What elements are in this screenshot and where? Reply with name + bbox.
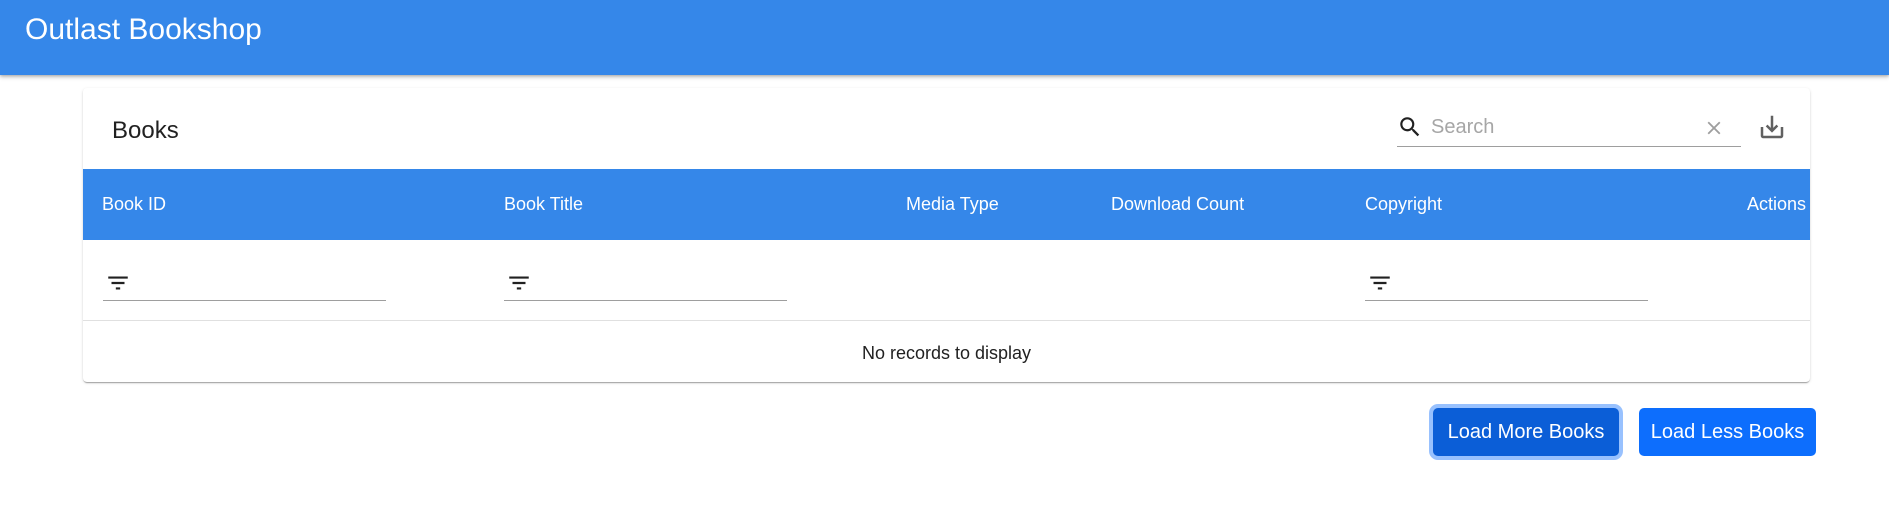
column-header-copyright[interactable]: Copyright	[1365, 193, 1442, 215]
filter-list-icon	[1370, 276, 1390, 290]
table-title: Books	[112, 117, 179, 144]
filter-field-copyright	[1365, 265, 1648, 301]
filter-list-icon	[108, 276, 128, 290]
load-less-books-button[interactable]: Load Less Books	[1639, 408, 1816, 456]
filter-field-book-title	[504, 265, 787, 301]
app-title: Outlast Bookshop	[25, 13, 262, 46]
filter-input-book-title[interactable]	[542, 269, 782, 295]
empty-state-message: No records to display	[861, 343, 1032, 363]
column-header-book-id[interactable]: Book ID	[102, 193, 166, 215]
filter-row	[83, 240, 1810, 321]
search-field	[1397, 110, 1741, 147]
filter-list-icon	[509, 276, 529, 290]
download-icon[interactable]	[1757, 112, 1787, 142]
app-bar: Outlast Bookshop	[0, 0, 1889, 75]
search-input[interactable]	[1431, 112, 1701, 142]
empty-state-row: No records to display	[83, 322, 1810, 382]
filter-field-book-id	[103, 265, 386, 301]
books-table-card: Books Book ID Book Title Media Type Down…	[83, 88, 1810, 382]
column-header-media-type[interactable]: Media Type	[906, 193, 999, 215]
filter-input-copyright[interactable]	[1403, 269, 1643, 295]
column-header-book-title[interactable]: Book Title	[504, 193, 583, 215]
table-header-row: Book ID Book Title Media Type Download C…	[83, 169, 1810, 240]
filter-input-book-id[interactable]	[141, 269, 381, 295]
close-icon[interactable]	[1703, 117, 1725, 139]
column-header-actions: Actions	[1747, 194, 1807, 214]
column-header-download-count[interactable]: Download Count	[1111, 193, 1244, 215]
search-icon	[1400, 117, 1420, 137]
load-more-books-button[interactable]: Load More Books	[1433, 408, 1619, 456]
